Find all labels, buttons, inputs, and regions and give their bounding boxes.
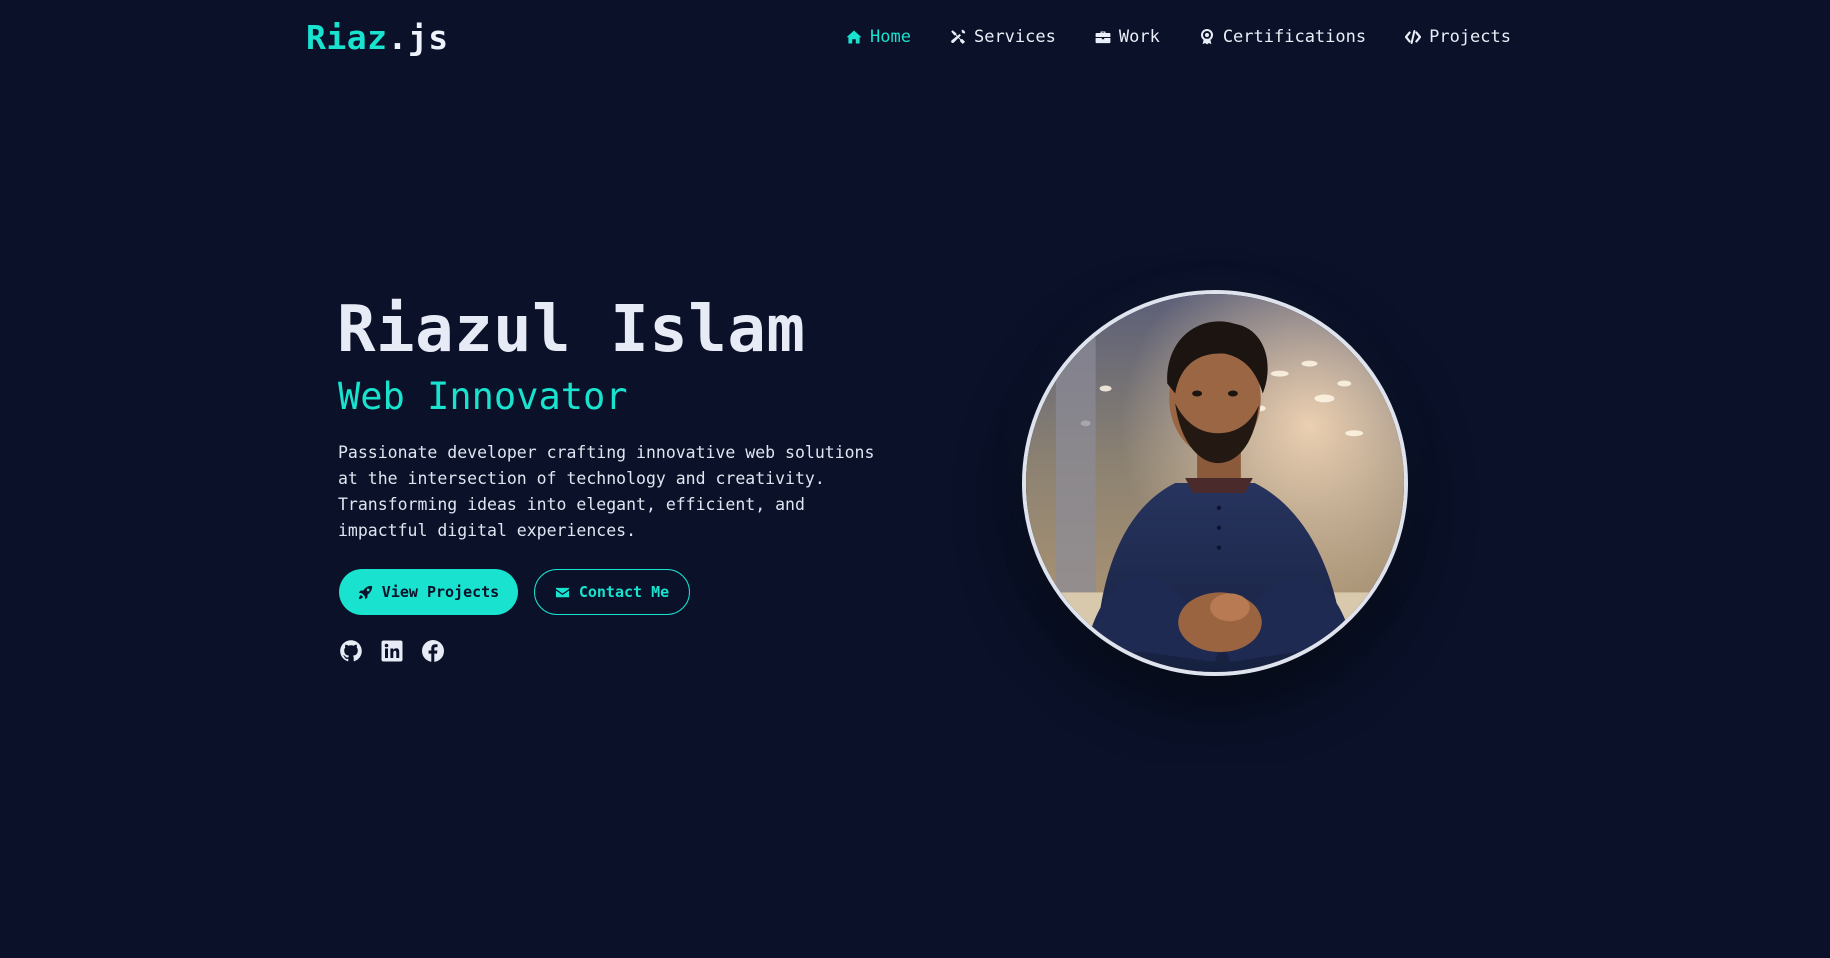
logo[interactable]: Riaz.js bbox=[306, 18, 449, 58]
hero-name: Riazul Islam bbox=[337, 293, 806, 367]
hero-role: Web Innovator bbox=[338, 375, 628, 418]
linkedin-icon[interactable] bbox=[380, 639, 404, 663]
nav-links: Home Services Work Certifications Projec… bbox=[846, 24, 1511, 50]
nav-item-label: Certifications bbox=[1222, 27, 1367, 47]
rocket-icon bbox=[358, 585, 373, 600]
page: Riaz.js Home Services Work Certification… bbox=[0, 0, 1830, 958]
nav-item-services[interactable]: Services bbox=[950, 24, 1056, 50]
logo-accent-text: Riaz bbox=[306, 18, 388, 57]
tools-icon bbox=[950, 29, 966, 45]
nav-item-certifications[interactable]: Certifications bbox=[1199, 24, 1366, 50]
briefcase-icon bbox=[1095, 29, 1111, 45]
view-projects-label: View Projects bbox=[381, 583, 500, 601]
nav-item-label: Home bbox=[870, 27, 911, 47]
hero-description: Passionate developer crafting innovative… bbox=[338, 443, 875, 540]
facebook-icon[interactable] bbox=[421, 639, 445, 663]
contact-me-button[interactable]: Contact Me bbox=[534, 569, 690, 615]
logo-suffix-text: .js bbox=[387, 18, 449, 57]
profile-photo bbox=[1022, 290, 1408, 676]
view-projects-button[interactable]: View Projects bbox=[339, 569, 518, 615]
envelope-icon bbox=[555, 585, 570, 600]
contact-me-label: Contact Me bbox=[578, 583, 670, 601]
nav-item-work[interactable]: Work bbox=[1095, 24, 1160, 50]
nav-item-label: Work bbox=[1118, 27, 1160, 47]
navbar: Riaz.js Home Services Work Certification… bbox=[0, 0, 1830, 76]
home-icon bbox=[846, 29, 862, 45]
nav-item-label: Projects bbox=[1429, 27, 1511, 47]
github-icon[interactable] bbox=[339, 639, 363, 663]
nav-item-home[interactable]: Home bbox=[846, 24, 911, 50]
nav-item-projects[interactable]: Projects bbox=[1405, 24, 1511, 50]
social-links bbox=[339, 639, 445, 663]
award-icon bbox=[1199, 29, 1215, 45]
nav-item-label: Services bbox=[973, 27, 1056, 47]
code-icon bbox=[1405, 29, 1422, 45]
